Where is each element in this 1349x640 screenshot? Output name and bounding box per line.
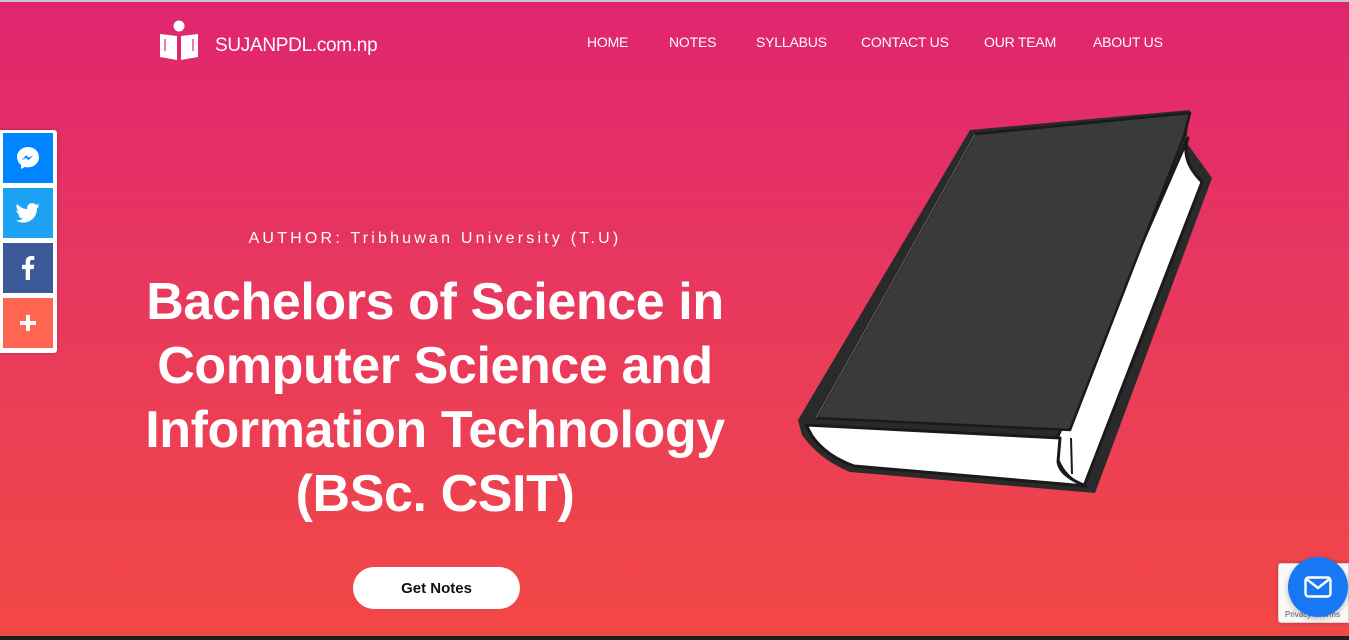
more-share-button[interactable]: [3, 298, 53, 348]
nav-about-us[interactable]: ABOUT US: [1093, 34, 1163, 50]
main-nav: HOME NOTES SYLLABUS CONTACT US OUR TEAM …: [0, 34, 1349, 54]
book-illustration: [798, 110, 1212, 493]
title-line: (BSc. CSIT): [295, 465, 575, 523]
nav-notes[interactable]: NOTES: [669, 34, 716, 50]
facebook-icon: [22, 256, 35, 280]
messenger-share-button[interactable]: [3, 133, 53, 183]
contact-chat-button[interactable]: [1288, 557, 1348, 617]
twitter-icon: [16, 203, 40, 223]
mail-icon: [1304, 576, 1332, 598]
plus-icon: [20, 315, 36, 331]
title-line: Bachelors of Science in: [146, 273, 724, 331]
get-notes-button[interactable]: Get Notes: [353, 567, 520, 609]
nav-our-team[interactable]: OUR TEAM: [984, 34, 1056, 50]
bottom-strip: [0, 636, 1349, 640]
title-line: Information Technology: [145, 401, 725, 459]
twitter-share-button[interactable]: [3, 188, 53, 238]
site-header: SUJANPDL.com.np HOME NOTES SYLLABUS CONT…: [0, 0, 1349, 90]
page-title: Bachelors of Science in Computer Science…: [125, 270, 745, 526]
nav-contact-us[interactable]: CONTACT US: [861, 34, 949, 50]
nav-home[interactable]: HOME: [587, 34, 628, 50]
author-line: AUTHOR: Tribhuwan University (T.U): [248, 230, 622, 247]
facebook-share-button[interactable]: [3, 243, 53, 293]
social-share-bar: [0, 130, 57, 353]
nav-syllabus[interactable]: SYLLABUS: [756, 34, 827, 50]
title-line: Computer Science and: [157, 337, 713, 395]
messenger-icon: [17, 147, 39, 169]
